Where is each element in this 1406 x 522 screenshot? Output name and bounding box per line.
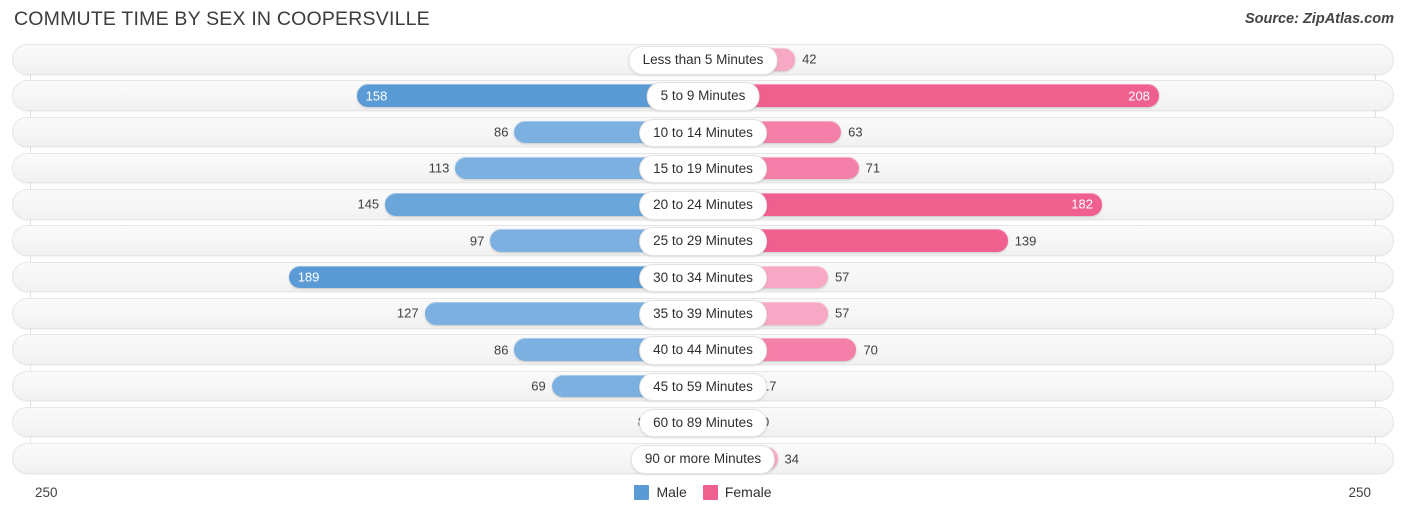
bar-value-male: 86 (494, 342, 509, 358)
legend-label-male: Male (656, 484, 687, 500)
row-category-label: 20 to 24 Minutes (639, 191, 767, 220)
row-category-label: 30 to 34 Minutes (639, 263, 767, 293)
chart-row: 158 208 5 to 9 Minutes (0, 80, 1406, 111)
bar-value-female: 34 (784, 451, 799, 467)
source-attribution: Source: ZipAtlas.com (1244, 11, 1394, 27)
bar-value-female: 42 (802, 51, 817, 67)
row-category-label: 15 to 19 Minutes (639, 154, 767, 184)
chart-legend: Male Female (0, 484, 1406, 500)
legend-label-female: Female (724, 484, 772, 500)
chart-header: COMMUTE TIME BY SEX IN COOPERSVILLE Sour… (0, 0, 1406, 40)
bar-value-male: 86 (494, 124, 509, 140)
chart-row: 86 63 10 to 14 Minutes (0, 116, 1406, 148)
chart-rows: 1442Less than 5 Minutes1582085 to 9 Minu… (0, 44, 1406, 480)
chart-row: 8060 to 89 Minutes (0, 406, 1406, 438)
chart-row: 1442Less than 5 Minutes (0, 44, 1406, 75)
chart-row: 189 57 30 to 34 Minutes (0, 261, 1406, 293)
bar-value-female: 71 (865, 160, 881, 176)
bar-value-male: 127 (396, 305, 419, 321)
chart-row: 97 139 25 to 29 Minutes (0, 225, 1406, 256)
chart-row: 113490 or more Minutes (0, 443, 1406, 474)
chart-row: 69 17 45 to 59 Minutes (0, 370, 1406, 402)
bar-value-female: 182 (1071, 196, 1093, 212)
row-category-label: Less than 5 Minutes (628, 46, 778, 75)
chart-row: 127 57 35 to 39 Minutes (0, 298, 1406, 329)
chart-plot-area: 1442Less than 5 Minutes1582085 to 9 Minu… (0, 44, 1406, 479)
bar-value-male: 158 (365, 88, 388, 104)
bar-value-male: 113 (428, 160, 450, 176)
row-category-label: 90 or more Minutes (630, 445, 776, 474)
bar-value-female: 208 (1128, 88, 1150, 104)
row-category-label: 60 to 89 Minutes (639, 408, 767, 438)
bar-value-female: 70 (863, 342, 878, 358)
bar-value-male: 189 (297, 269, 320, 285)
chart-row: 86 70 40 to 44 Minutes (0, 334, 1406, 365)
row-category-label: 35 to 39 Minutes (639, 300, 767, 329)
row-category-label: 40 to 44 Minutes (639, 336, 767, 365)
row-category-label: 45 to 59 Minutes (639, 372, 767, 402)
row-category-label: 5 to 9 Minutes (646, 82, 760, 111)
legend-item-male[interactable]: Male (634, 484, 687, 500)
chart-row: 145 182 20 to 24 Minutes (0, 189, 1406, 220)
bar-value-female: 139 (1014, 233, 1037, 249)
bar-value-female: 63 (848, 124, 863, 140)
chart-footer: 250 250 Male Female (0, 481, 1406, 515)
row-category-label: 25 to 29 Minutes (639, 227, 767, 256)
row-category-label: 10 to 14 Minutes (639, 118, 767, 148)
bar-value-female: 57 (834, 305, 850, 321)
legend-swatch-female-icon (702, 484, 718, 500)
bar-value-male: 97 (469, 233, 485, 249)
legend-item-female[interactable]: Female (702, 484, 772, 500)
bar-value-male: 145 (357, 196, 380, 212)
bar-female[interactable]: 208 (703, 84, 1159, 107)
chart-row: 113 71 15 to 19 Minutes (0, 152, 1406, 184)
legend-swatch-male-icon (634, 484, 650, 500)
bar-value-female: 57 (834, 269, 850, 285)
page-title: COMMUTE TIME BY SEX IN COOPERSVILLE (14, 8, 430, 30)
bar-value-male: 69 (531, 378, 546, 394)
